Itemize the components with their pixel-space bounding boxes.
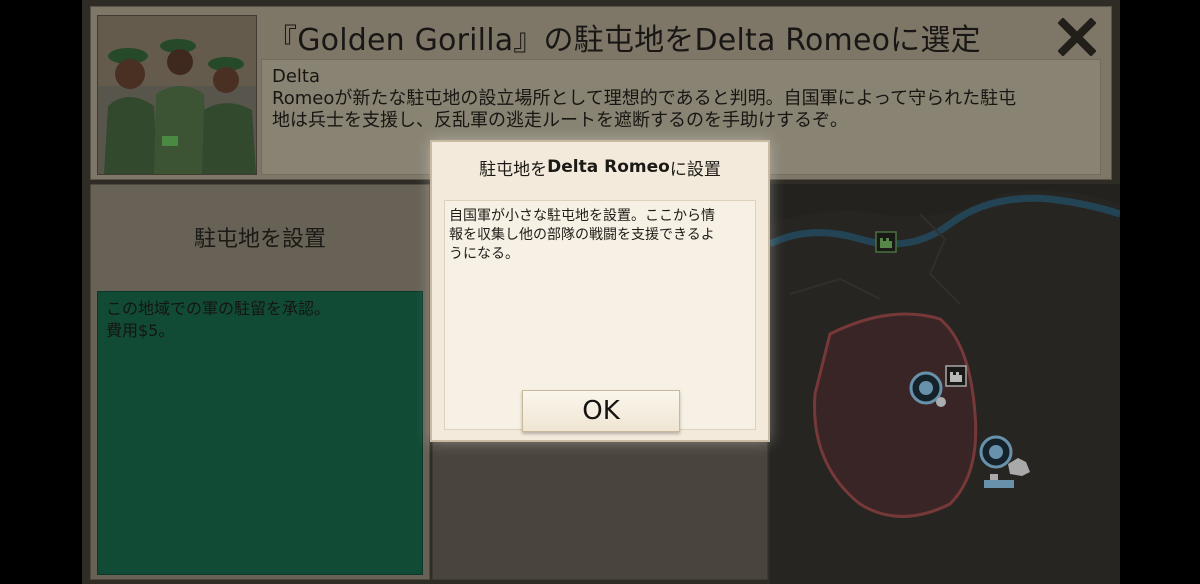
- dialog-title-prefix: 駐屯地を: [479, 159, 548, 180]
- strategy-map[interactable]: [770, 184, 1120, 584]
- dialog-title-location: Delta Romeo: [547, 157, 670, 177]
- confirmation-dialog: 駐屯地を Delta Romeo に設置 自国軍が小さな駐屯地を設置。ここから情 報…: [430, 140, 770, 442]
- action-panel: 駐屯地を設置 この地域での軍の駐留を承認。 費用$5。: [90, 184, 430, 580]
- soldiers-illustration: [98, 16, 256, 174]
- event-description-line: Delta: [272, 66, 321, 87]
- map-graphic: [770, 184, 1120, 584]
- event-description-line: 地は兵士を支援し、反乱軍の逃走ルートを遮断するのを手助けするぞ。: [272, 110, 848, 131]
- set-garrison-option[interactable]: この地域での軍の駐留を承認。 費用$5。: [97, 291, 423, 575]
- dialog-body-line: 自国軍が小さな駐屯地を設置。ここから情: [449, 208, 715, 224]
- event-description-line: Romeoが新たな駐屯地の設立場所として理想的であると判明。自国軍によって守られ…: [272, 88, 1017, 109]
- close-button[interactable]: [1055, 15, 1099, 59]
- dialog-body-line: うになる。: [449, 246, 519, 262]
- dialog-body-line: 報を収集し他の部隊の戦闘を支援できるよ: [449, 227, 715, 243]
- ok-button[interactable]: OK: [522, 390, 680, 432]
- dialog-title-suffix: に設置: [669, 159, 721, 180]
- action-header: 駐屯地を設置: [193, 227, 326, 252]
- soldiers-portrait: [97, 15, 257, 175]
- dialog-title: 駐屯地を Delta Romeo に設置: [432, 142, 768, 192]
- action-description-line: 費用$5。: [106, 321, 175, 340]
- close-x-icon: [1058, 18, 1096, 56]
- fort-icon[interactable]: [945, 365, 967, 387]
- action-description-line: この地域での軍の駐留を承認。: [106, 299, 331, 318]
- event-title: 『Golden Gorilla』の駐屯地をDelta Romeoに選定: [267, 23, 981, 58]
- fort-icon[interactable]: [875, 231, 897, 253]
